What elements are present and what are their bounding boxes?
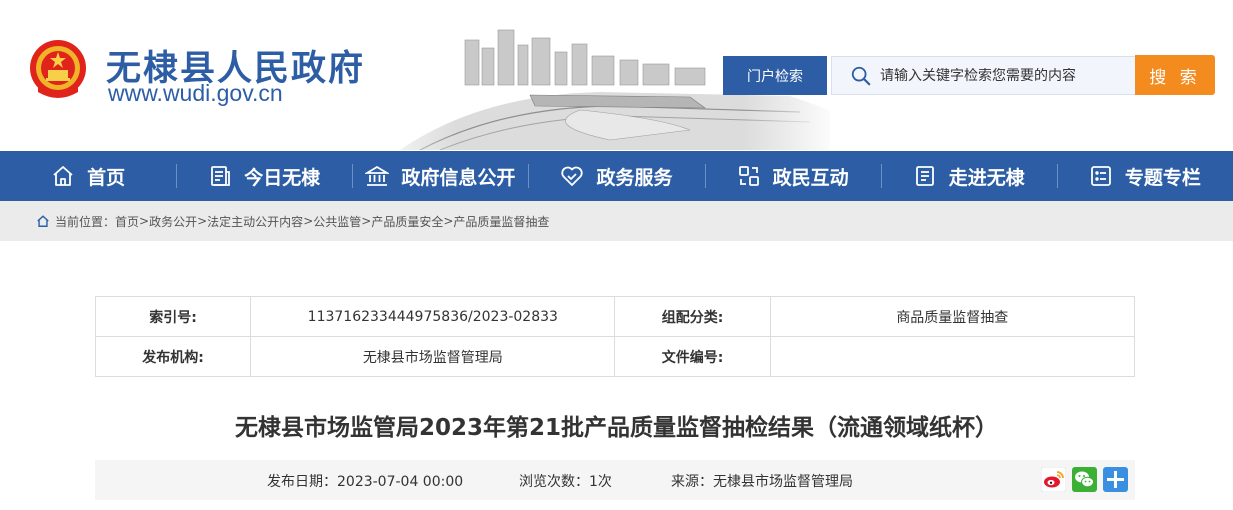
weibo-icon[interactable]	[1041, 467, 1066, 492]
search-icon	[851, 66, 871, 85]
home-icon	[53, 166, 73, 186]
nav-item-about-wudi[interactable]: 走进无棣	[880, 151, 1057, 201]
nav-label: 政务服务	[596, 166, 673, 189]
nav-label: 走进无棣	[948, 166, 1025, 189]
nav-label: 专题专栏	[1124, 166, 1201, 189]
search-input[interactable]	[880, 67, 1130, 84]
site-url[interactable]: www.wudi.gov.cn	[108, 80, 283, 107]
breadcrumb-separator: >	[139, 214, 150, 228]
view-count-value: 1次	[589, 474, 612, 490]
doc-number-label: 文件编号:	[614, 336, 771, 377]
breadcrumb: 当前位置： 首页 > 政务公开 > 法定主动公开内容 > 公共监管 > 产品质量…	[0, 201, 1233, 241]
view-count-label: 浏览次数：	[519, 474, 589, 490]
nav-item-gov-info-public[interactable]: 政府信息公开	[352, 151, 528, 201]
list-icon	[1091, 166, 1111, 186]
wechat-icon[interactable]	[1072, 467, 1097, 492]
breadcrumb-item-product-safety[interactable]: 产品质量安全	[371, 213, 443, 230]
breadcrumb-prefix: 当前位置：	[55, 214, 116, 229]
nav-item-special-topics[interactable]: 专题专栏	[1056, 151, 1233, 201]
search-box	[831, 56, 1136, 95]
doc-number-value	[769, 336, 1136, 377]
category-value: 商品质量监督抽查	[769, 296, 1136, 337]
breadcrumb-item-spot-check[interactable]: 产品质量监督抽查	[453, 213, 549, 230]
interaction-icon	[738, 166, 759, 186]
nav-label: 今日无棣	[244, 166, 321, 189]
breadcrumb-separator: >	[361, 214, 372, 228]
site-header: 无棣县人民政府 www.wudi.gov.cn 门户检索 搜 索	[0, 0, 1233, 150]
nav-item-interaction[interactable]: 政民互动	[704, 151, 881, 201]
breadcrumb-item-public-supervision[interactable]: 公共监管	[313, 213, 361, 230]
breadcrumb-item-statutory[interactable]: 法定主动公开内容	[207, 213, 303, 230]
index-number-value: 113716233444975836/2023-02833	[250, 296, 616, 337]
nav-item-home[interactable]: 首页	[0, 151, 176, 201]
brochure-icon	[915, 166, 934, 186]
source-label: 来源：	[671, 474, 713, 490]
breadcrumb-item-home[interactable]: 首页	[115, 213, 139, 230]
breadcrumb-separator: >	[197, 214, 208, 228]
category-label: 组配分类:	[614, 296, 771, 337]
document-info-table: 索引号: 113716233444975836/2023-02833 组配分类:…	[94, 296, 1136, 377]
view-count: 浏览次数：1次	[519, 471, 612, 491]
publish-date: 发布日期：2023-07-04 00:00	[267, 471, 463, 491]
news-icon	[211, 166, 231, 186]
government-building-icon	[365, 165, 390, 186]
article-title: 无棣县市场监管局2023年第21批产品质量监督抽检结果（流通领域纸杯）	[234, 415, 999, 441]
publish-date-value: 2023-07-04 00:00	[337, 474, 464, 490]
breadcrumb-item-gov-affairs[interactable]: 政务公开	[149, 213, 197, 230]
portal-search-button[interactable]: 门户检索	[723, 56, 827, 95]
breadcrumb-separator: >	[443, 214, 454, 228]
nav-label: 政府信息公开	[401, 166, 516, 189]
nav-item-gov-services[interactable]: 政务服务	[528, 151, 704, 201]
location-home-icon	[37, 215, 49, 227]
article-meta-bar: 发布日期：2023-07-04 00:00 浏览次数：1次 来源：无棣县市场监督…	[95, 460, 1135, 500]
breadcrumb-separator: >	[303, 214, 314, 228]
nav-item-today-wudi[interactable]: 今日无棣	[176, 151, 352, 201]
publisher-value: 无棣县市场监督管理局	[250, 336, 616, 377]
publish-date-label: 发布日期：	[267, 474, 337, 490]
main-nav: 首页 今日无棣 政府信息公开 政务服务 政民互动 走进无棣 专题专栏	[0, 151, 1233, 201]
more-share-icon[interactable]	[1103, 467, 1128, 492]
source-value: 无棣县市场监督管理局	[713, 474, 853, 490]
publisher-label: 发布机构:	[94, 336, 252, 377]
nav-label: 首页	[87, 166, 126, 189]
table-row: 索引号: 113716233444975836/2023-02833 组配分类:…	[94, 296, 1136, 337]
handshake-heart-icon	[561, 166, 584, 186]
national-emblem-logo	[30, 40, 86, 98]
index-number-label: 索引号:	[94, 296, 252, 337]
search-button[interactable]: 搜 索	[1135, 55, 1215, 95]
table-row: 发布机构: 无棣县市场监督管理局 文件编号:	[94, 336, 1136, 377]
nav-label: 政民互动	[772, 166, 849, 189]
source: 来源：无棣县市场监督管理局	[671, 471, 853, 491]
